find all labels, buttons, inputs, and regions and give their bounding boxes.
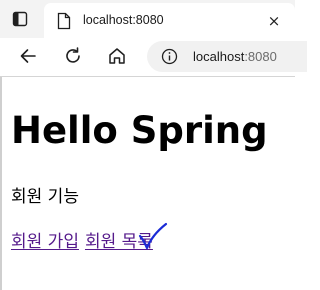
page-title: Hello Spring bbox=[11, 109, 268, 152]
address-bar[interactable]: localhost:8080 bbox=[147, 41, 307, 72]
window-edge bbox=[0, 77, 2, 290]
member-list-link[interactable]: 회원 목록 bbox=[85, 232, 153, 252]
close-tab-icon[interactable]: × bbox=[267, 12, 281, 30]
info-icon[interactable] bbox=[161, 48, 178, 65]
refresh-icon[interactable] bbox=[61, 44, 85, 68]
tab-title: localhost:8080 bbox=[83, 13, 164, 27]
toolbar-divider bbox=[0, 76, 295, 77]
url-host: localhost bbox=[193, 49, 245, 64]
url-port: :8080 bbox=[244, 49, 277, 64]
browser-tab[interactable]: localhost:8080 × bbox=[44, 3, 295, 38]
member-join-link[interactable]: 회원 가입 bbox=[11, 232, 79, 252]
tab-strip: localhost:8080 × bbox=[0, 0, 295, 38]
tab-actions-icon[interactable] bbox=[10, 9, 30, 29]
home-icon[interactable] bbox=[105, 44, 129, 68]
browser-toolbar: localhost:8080 bbox=[0, 38, 307, 74]
page-icon bbox=[56, 12, 72, 30]
member-links: 회원 가입 회원 목록 bbox=[11, 231, 153, 253]
section-label: 회원 기능 bbox=[11, 187, 79, 207]
back-arrow-icon[interactable] bbox=[16, 44, 40, 68]
url-text[interactable]: localhost:8080 bbox=[193, 48, 277, 65]
